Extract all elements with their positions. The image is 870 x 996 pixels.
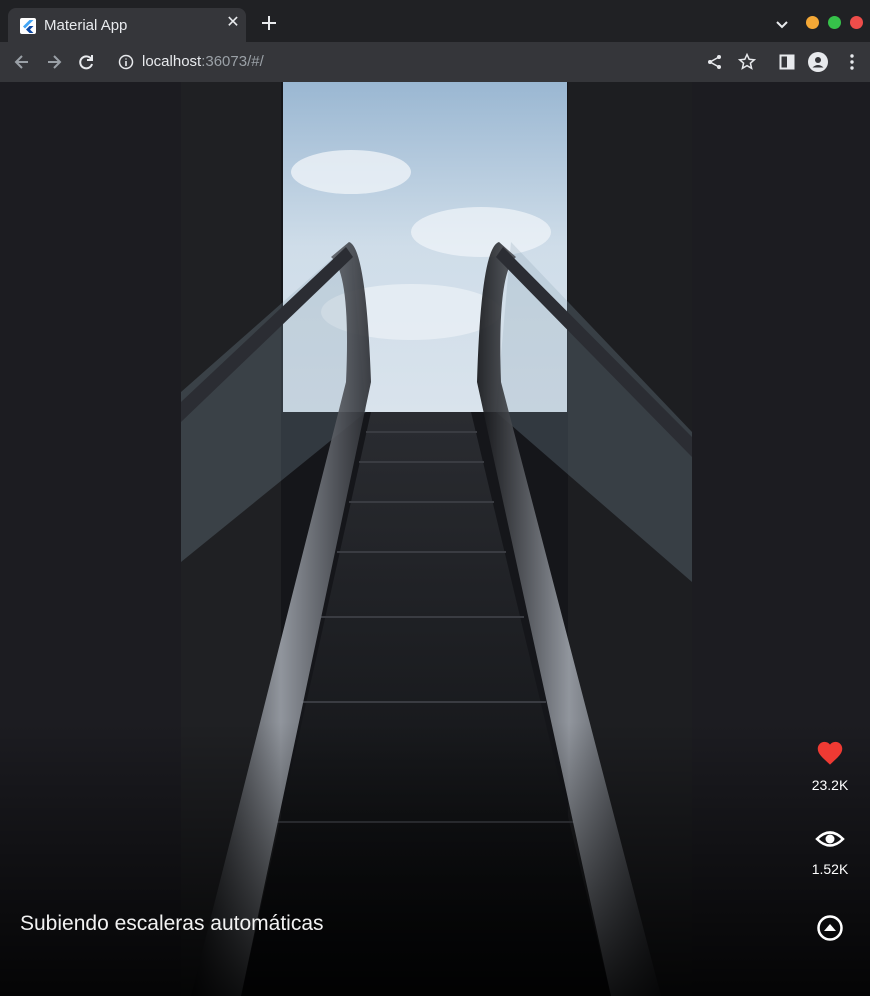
video-caption: Subiendo escaleras automáticas [20, 912, 324, 935]
url-text: localhost:36073/#/ [142, 53, 264, 70]
profile-avatar-icon[interactable] [808, 52, 828, 72]
tab-title: Material App [44, 17, 128, 34]
eye-icon [815, 831, 845, 847]
browser-menu-icon[interactable] [842, 52, 862, 72]
close-window-button[interactable] [850, 16, 863, 29]
likes-count: 23.2K [811, 777, 849, 793]
flutter-favicon-icon [20, 18, 36, 34]
close-tab-icon[interactable]: ✕ [224, 14, 242, 32]
heart-icon [817, 741, 843, 765]
video-feed-page[interactable]: Subiendo escaleras automáticas 23.2K 1.5… [0, 82, 870, 996]
site-info-icon[interactable] [118, 54, 134, 70]
tab-bar: Material App ✕ [0, 0, 870, 42]
bottom-gradient-overlay [0, 722, 870, 996]
forward-arrow-icon[interactable] [44, 52, 64, 72]
browser-toolbar: localhost:36073/#/ [0, 42, 870, 83]
share-icon[interactable] [705, 52, 725, 72]
side-panel-icon[interactable] [777, 52, 797, 72]
reload-icon[interactable] [76, 52, 96, 72]
bookmark-star-icon[interactable] [737, 52, 757, 72]
views-indicator[interactable]: 1.52K [800, 828, 860, 877]
like-button[interactable]: 23.2K [800, 740, 860, 793]
expand-up-icon [817, 915, 843, 941]
maximize-window-button[interactable] [828, 16, 841, 29]
browser-tab[interactable]: Material App ✕ [8, 8, 246, 42]
address-bar[interactable]: localhost:36073/#/ [106, 47, 766, 77]
new-tab-icon[interactable] [258, 12, 280, 34]
tab-search-chevron-icon[interactable] [774, 16, 790, 32]
minimize-window-button[interactable] [806, 16, 819, 29]
views-count: 1.52K [811, 861, 849, 877]
back-arrow-icon[interactable] [12, 52, 32, 72]
expand-details-button[interactable] [800, 914, 860, 947]
